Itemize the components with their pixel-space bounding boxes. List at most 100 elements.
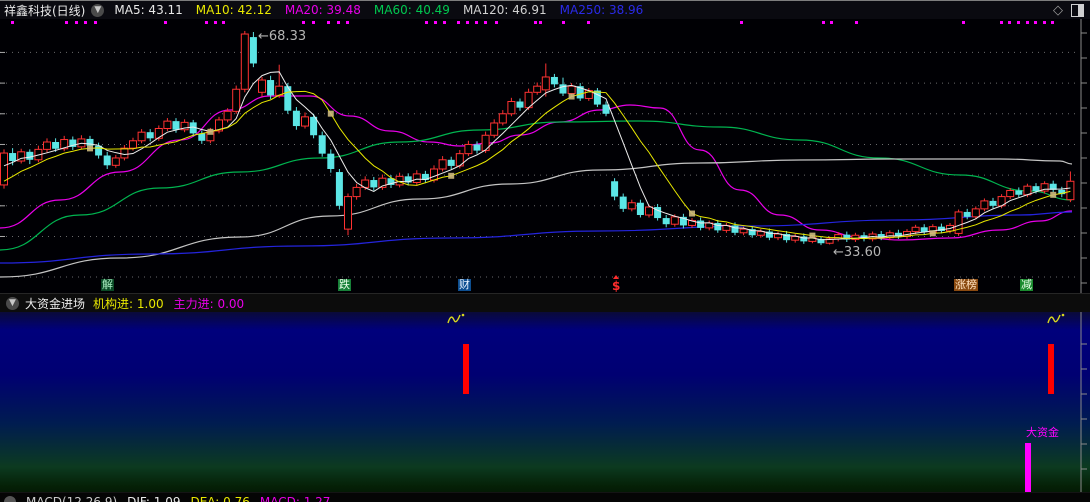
institution-bar: [463, 344, 469, 394]
candle: [517, 102, 524, 108]
event-badge[interactable]: 涨榜: [954, 279, 978, 291]
event-dot: [425, 21, 428, 24]
candle: [972, 209, 979, 217]
indicator-header-bar: 祥鑫科技(日线) ▼ MA5: 43.11MA10: 42.12MA20: 39…: [0, 0, 1090, 19]
candle: [9, 153, 16, 161]
ma-marker: [689, 211, 695, 217]
candle: [173, 121, 180, 130]
diamond-tool-icon[interactable]: ◇: [1053, 4, 1063, 17]
candle: [981, 201, 988, 209]
candle: [267, 80, 274, 95]
event-dot: [587, 21, 590, 24]
event-dot: [962, 21, 965, 24]
candle: [121, 148, 128, 158]
panel-layout-icon[interactable]: [1071, 4, 1084, 17]
event-dot: [1034, 21, 1037, 24]
candle: [138, 132, 145, 141]
ma-marker: [930, 230, 936, 236]
candle: [1007, 190, 1014, 196]
candle: [620, 197, 627, 209]
candle: [353, 187, 360, 196]
event-dot: [830, 21, 833, 24]
candle: [1067, 181, 1074, 199]
candle: [241, 34, 248, 89]
event-dot: [84, 21, 87, 24]
event-dot: [11, 21, 14, 24]
candle: [474, 144, 481, 150]
candle: [542, 77, 549, 90]
ma-marker: [328, 111, 334, 117]
event-dot: [457, 21, 460, 24]
ma-label: MA5: 43.11: [114, 3, 182, 17]
event-badge[interactable]: 跌: [338, 279, 351, 291]
macd-panel-header-clipped: MACD(12,26,9)DIF: 1.09DEA: 0.76MACD: 1.2…: [0, 492, 1090, 502]
event-dot: [475, 21, 478, 24]
event-dot: [94, 21, 97, 24]
candle: [413, 174, 420, 183]
panel-title: 大资金进场: [25, 295, 85, 312]
candle: [714, 223, 721, 230]
event-dot: [1043, 21, 1046, 24]
candle: [732, 225, 739, 232]
event-dot: [562, 21, 565, 24]
signal-squiggle-icon: [448, 314, 464, 323]
candle: [250, 37, 257, 63]
candle: [560, 84, 567, 93]
signal-squiggle-icon: [1048, 314, 1064, 323]
event-dot: [740, 21, 743, 24]
candle: [345, 197, 352, 230]
chevron-down-icon[interactable]: ▼: [91, 4, 104, 17]
candle: [52, 142, 59, 149]
ma-label: MA250: 38.96: [560, 3, 644, 17]
event-dot: [495, 21, 498, 24]
event-dot: [205, 21, 208, 24]
event-dot: [337, 21, 340, 24]
event-dot: [222, 21, 225, 24]
candlestick-chart[interactable]: ←68.33←33.60解跌财涨榜减$: [0, 19, 1090, 293]
event-dot: [466, 21, 469, 24]
event-dot: [312, 21, 315, 24]
ma-marker: [1050, 192, 1056, 198]
candle: [551, 77, 558, 84]
candle: [104, 155, 111, 165]
candle: [568, 86, 575, 93]
price-annotation: ←68.33: [258, 29, 306, 44]
candle: [336, 172, 343, 206]
institution-bar: [1048, 344, 1054, 394]
event-dot: [75, 21, 78, 24]
candle: [130, 141, 137, 148]
dollar-event-badge[interactable]: $: [612, 275, 620, 293]
candle: [259, 80, 266, 92]
candle: [112, 158, 119, 165]
candle: [508, 102, 515, 114]
event-dot: [855, 21, 858, 24]
event-dot: [1051, 21, 1054, 24]
event-badge[interactable]: 财: [458, 279, 471, 291]
chart-canvas[interactable]: [0, 19, 1090, 293]
ma-line-MA5: [4, 72, 1070, 240]
candle: [637, 203, 644, 215]
stock-title: 祥鑫科技(日线): [4, 2, 85, 19]
event-badge[interactable]: 减: [1020, 279, 1033, 291]
ma-marker: [809, 233, 815, 239]
candle: [224, 111, 231, 120]
event-dot: [1008, 21, 1011, 24]
candle: [327, 154, 334, 169]
indicator-canvas[interactable]: [0, 312, 1090, 492]
event-dot: [1026, 21, 1029, 24]
chevron-down-icon[interactable]: ▼: [6, 297, 19, 310]
big-money-indicator-panel[interactable]: 大资金: [0, 312, 1090, 492]
ma-label: MA10: 42.12: [196, 3, 272, 17]
chevron-down-icon[interactable]: [4, 496, 16, 502]
candle: [697, 221, 704, 228]
event-dot: [164, 21, 167, 24]
ma-legend: MA5: 43.11MA10: 42.12MA20: 39.48MA60: 40…: [114, 3, 643, 17]
candle: [370, 180, 377, 187]
event-dot: [346, 21, 349, 24]
event-dot: [434, 21, 437, 24]
event-badge[interactable]: 解: [101, 279, 114, 291]
candle: [671, 217, 678, 224]
event-dot: [214, 21, 217, 24]
candle: [439, 160, 446, 169]
candle: [448, 160, 455, 166]
